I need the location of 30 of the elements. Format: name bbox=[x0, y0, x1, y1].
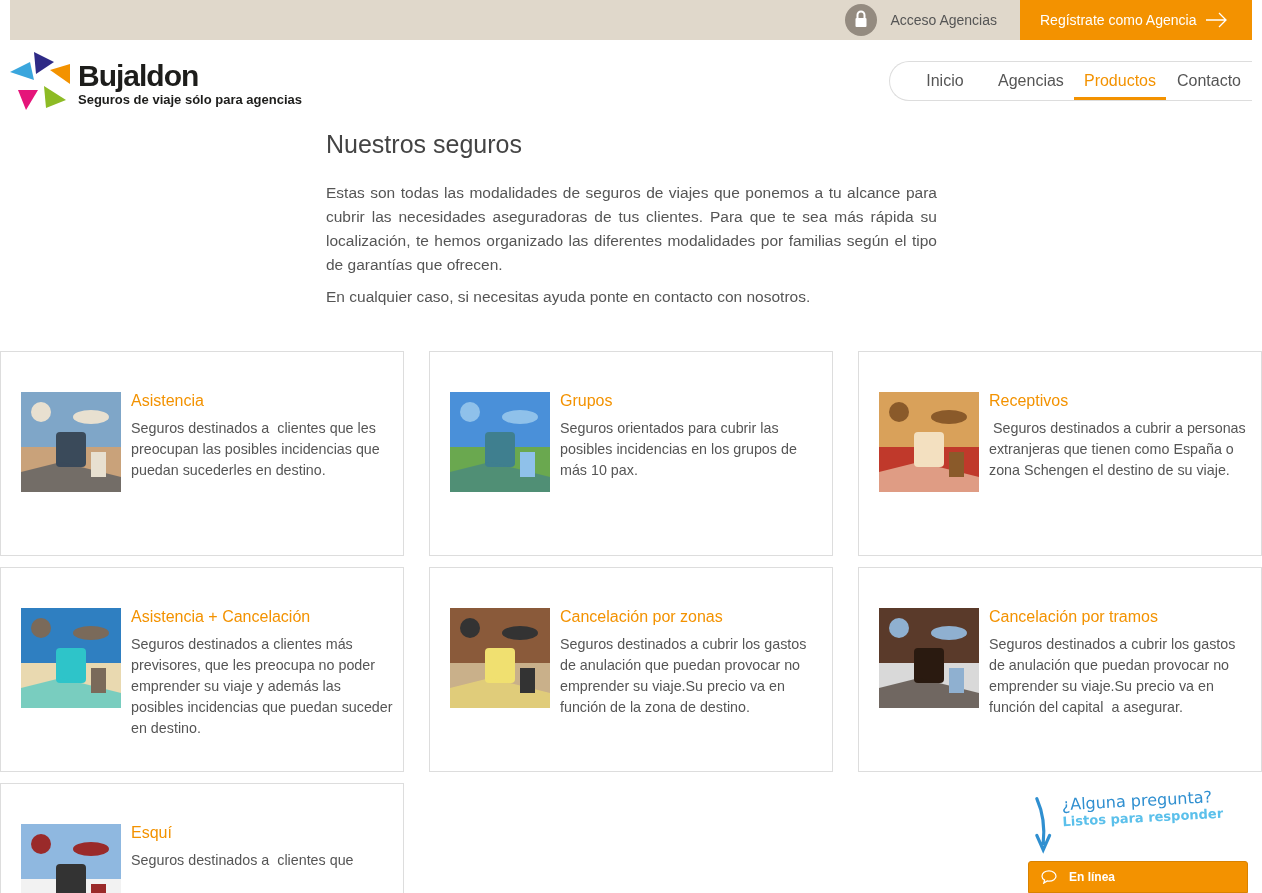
nav-item[interactable]: Inicio bbox=[901, 62, 988, 100]
nav-item[interactable]: Contacto bbox=[1166, 62, 1252, 100]
chat-button[interactable]: En línea bbox=[1028, 861, 1248, 893]
logo-name: Bujaldon bbox=[78, 60, 200, 92]
product-title[interactable]: Asistencia + Cancelación bbox=[131, 608, 393, 626]
product-title[interactable]: Cancelación por tramos bbox=[989, 608, 1251, 626]
speech-bubble-icon bbox=[1041, 870, 1057, 884]
intro-paragraph: Estas son todas las modalidades de seguros de viajes que ponemos a tu alcance para cubrir las necesidades aseguradoras de tus clientes. Para que te sea más rápida su localización, te hemos organizado las diferentes modalidades por familias según el tipo de garantías que ofrecen. bbox=[326, 183, 937, 275]
product-description: Seguros destinados a clientes que bbox=[131, 851, 354, 870]
logo-tagline: Seguros de viaje sólo para agencias bbox=[78, 92, 302, 107]
register-button[interactable]: Regístrate como Agencia bbox=[1020, 0, 1252, 40]
product-description: Seguros destinados a cubrir los gastos de anulación que puedan provocar no emprender su viaje.Su precio va en función de la zona de destino. bbox=[560, 635, 808, 717]
nav-item[interactable]: Productos bbox=[1073, 62, 1166, 100]
product-description: Seguros destinados a clientes más previsores, que les preocupa no poder emprender su viaje y además las posibles incidencias que puedan suceder en destino. bbox=[131, 635, 393, 738]
product-title[interactable]: Esquí bbox=[131, 824, 354, 842]
product-description: Seguros destinados a clientes que les preocupan las posibles incidencias que puedan sucederles en destino. bbox=[131, 419, 381, 480]
lock-icon bbox=[845, 4, 878, 36]
page-title: Nuestros seguros bbox=[326, 130, 523, 159]
logo-icon bbox=[10, 50, 72, 112]
arrow-right-icon bbox=[1206, 12, 1229, 28]
intro-paragraph: En cualquier caso, si necesitas ayuda ponte en contacto con nosotros. bbox=[326, 287, 812, 307]
product-title[interactable]: Asistencia bbox=[131, 392, 393, 410]
nav-item[interactable]: Agencias bbox=[987, 62, 1074, 100]
product-title[interactable]: Grupos bbox=[560, 392, 822, 410]
login-link[interactable]: Acceso Agencias bbox=[890, 12, 997, 28]
product-title[interactable]: Cancelación por zonas bbox=[560, 608, 822, 626]
product-title[interactable]: Receptivos bbox=[989, 392, 1251, 410]
product-description: Seguros orientados para cubrir las posibles incidencias en los grupos de más 10 pax. bbox=[560, 419, 798, 480]
product-description: Seguros destinados a cubrir los gastos de anulación que puedan provocar no emprender su viaje.Su precio va en función del capital a asegurar. bbox=[989, 635, 1237, 717]
product-description: Seguros destinados a cubrir a personas extranjeras que tienen como España o zona Schengen el destino de su viaje. bbox=[989, 419, 1247, 480]
